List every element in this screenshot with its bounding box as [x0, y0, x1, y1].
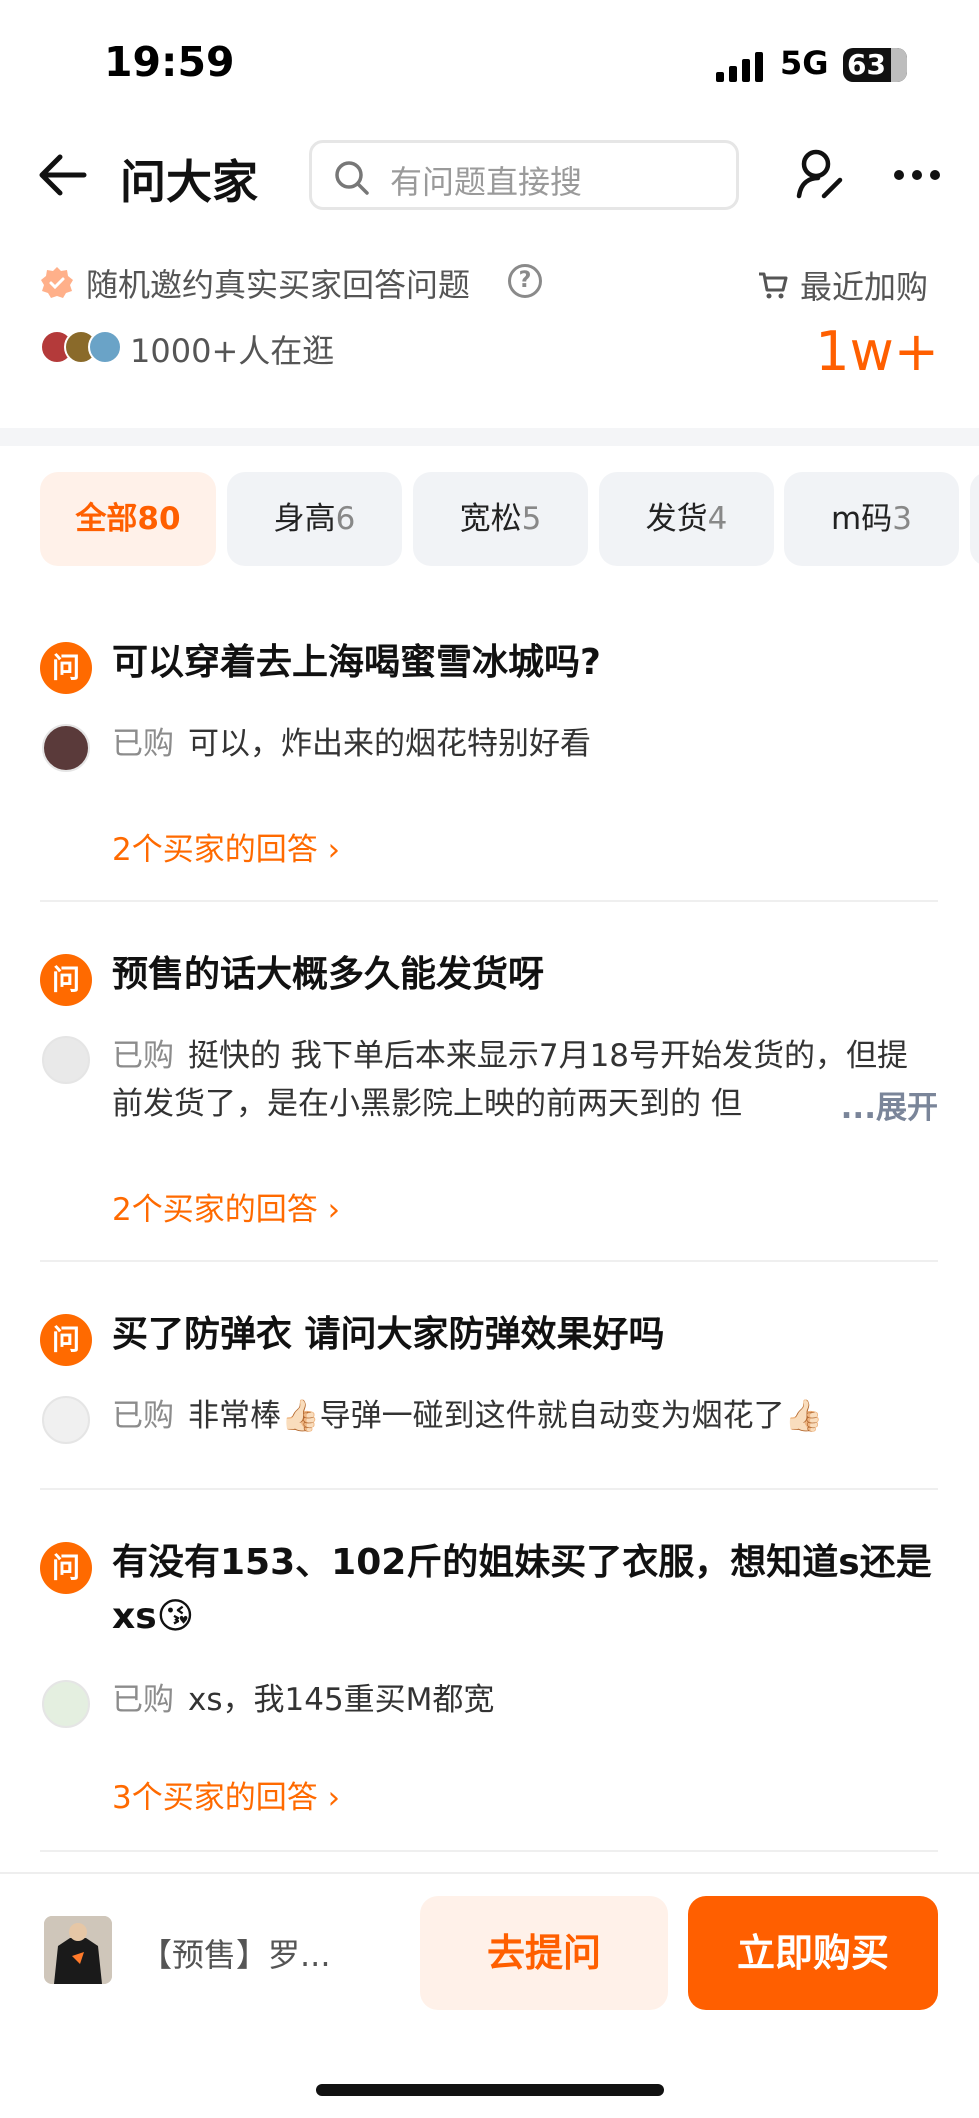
bought-label: 已购 [112, 1038, 174, 1074]
bought-label: 已购 [112, 1398, 174, 1434]
info-row: 随机邀约真实买家回答问题 ? 1000+人在逛 最近加购 1w+ [0, 250, 979, 390]
divider [40, 1850, 938, 1852]
answers-link[interactable]: 3个买家的回答 › [112, 1772, 340, 1817]
product-title[interactable]: 【预售】罗... [140, 1930, 331, 1976]
divider [40, 1488, 938, 1490]
chevron-right-icon: › [327, 832, 340, 868]
more-icon[interactable] [893, 168, 941, 182]
question-item[interactable]: 问 有没有153、102斤的姐妹买了衣服，想知道s还是xs😘 已购 xs，我145… [40, 1536, 938, 1836]
chevron-right-icon: › [327, 1192, 340, 1228]
question-item[interactable]: 问 预售的话大概多久能发货呀 已购 挺快的 我下单后本来显示7月18号开始发货的，… [40, 948, 938, 1238]
section-divider [0, 428, 979, 446]
search-input[interactable]: 有问题直接搜 [309, 140, 739, 210]
network-type: 5G [780, 44, 829, 82]
search-placeholder: 有问题直接搜 [390, 163, 583, 201]
tab-count: 3 [892, 501, 912, 537]
browsing-count: 1000+人在逛 [130, 332, 335, 370]
buy-now-button[interactable]: 立即购买 [688, 1896, 938, 2010]
answer-text: 已购 非常棒👍🏻导弹一碰到这件就自动变为烟花了👍🏻 [112, 1398, 824, 1434]
recent-added-label: 最近加购 [800, 268, 929, 306]
filter-tabs: 全部80 身高6 宽松5 发货4 m码3 [40, 472, 979, 568]
product-thumbnail[interactable] [44, 1916, 112, 1984]
chevron-right-icon: › [327, 1780, 340, 1816]
answer-avatar [42, 1680, 90, 1728]
answer-avatar [42, 1396, 90, 1444]
question-icon: 问 [40, 1314, 92, 1366]
answer-avatar [42, 724, 90, 772]
answers-link[interactable]: 2个买家的回答 › [112, 824, 340, 869]
answer-avatar [42, 1036, 90, 1084]
status-time: 19:59 [104, 38, 235, 86]
question-text: 可以穿着去上海喝蜜雪冰城吗? [112, 642, 601, 683]
avatar [88, 330, 122, 364]
tab-height[interactable]: 身高6 [227, 472, 402, 566]
page-title: 问大家 [120, 155, 258, 209]
tab-count: 6 [335, 501, 356, 537]
battery-level: 63 [847, 48, 886, 81]
ask-question-button[interactable]: 去提问 [420, 1896, 668, 2010]
tab-shipping[interactable]: 发货4 [599, 472, 774, 566]
tab-more[interactable] [970, 472, 979, 566]
tab-all[interactable]: 全部80 [40, 472, 216, 566]
bought-label: 已购 [112, 726, 174, 762]
nav-bar: 问大家 有问题直接搜 [0, 130, 979, 220]
tab-count: 80 [137, 501, 181, 537]
tab-count: 5 [521, 501, 542, 537]
question-icon: 问 [40, 954, 92, 1006]
invite-text: 随机邀约真实买家回答问题 [86, 266, 471, 304]
expand-link[interactable]: ...展开 [800, 1084, 938, 1132]
user-edit-icon[interactable] [796, 148, 846, 200]
question-icon: 问 [40, 642, 92, 694]
back-arrow-icon[interactable] [38, 152, 88, 198]
tab-size-m[interactable]: m码3 [784, 472, 959, 566]
home-indicator[interactable] [316, 2084, 664, 2096]
bottom-bar-divider [0, 1872, 979, 1874]
search-icon [335, 161, 369, 195]
recent-added-count: 1w+ [815, 320, 939, 383]
divider [40, 900, 938, 902]
product-image [44, 1916, 112, 1984]
answer-text: 已购 可以，炸出来的烟花特别好看 [112, 726, 591, 762]
browsing-avatars [40, 330, 124, 364]
cart-icon [759, 272, 788, 299]
tab-loose[interactable]: 宽松5 [413, 472, 588, 566]
question-text: 预售的话大概多久能发货呀 [112, 954, 545, 995]
question-item[interactable]: 问 买了防弹衣 请问大家防弹效果好吗 已购 非常棒👍🏻导弹一碰到这件就自动变为烟花… [40, 1308, 938, 1468]
help-icon[interactable]: ? [508, 264, 542, 298]
answers-link[interactable]: 2个买家的回答 › [112, 1184, 340, 1229]
question-item[interactable]: 问 可以穿着去上海喝蜜雪冰城吗? 已购 可以，炸出来的烟花特别好看 2个买家的回答… [40, 636, 938, 876]
question-text: 有没有153、102斤的姐妹买了衣服，想知道s还是xs😘 [112, 1542, 932, 1637]
divider [40, 1260, 938, 1262]
answer-text: 已购 xs，我145重买M都宽 [112, 1682, 495, 1718]
question-icon: 问 [40, 1542, 92, 1594]
tab-count: 4 [707, 501, 728, 537]
bought-label: 已购 [112, 1682, 174, 1718]
battery-indicator: 63 [843, 48, 907, 82]
status-bar: 19:59 5G 63 [0, 0, 979, 120]
question-text: 买了防弹衣 请问大家防弹效果好吗 [112, 1314, 665, 1355]
verified-badge-icon [41, 267, 73, 298]
signal-icon [716, 52, 763, 82]
